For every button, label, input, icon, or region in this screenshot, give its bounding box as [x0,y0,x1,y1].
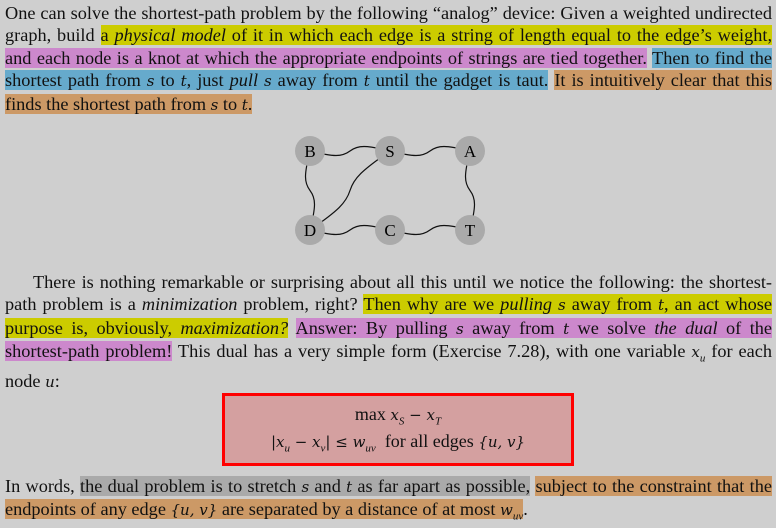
graph-node-label: S [385,142,394,161]
highlight-yellow: a physical model of it in which each edg… [100,25,773,46]
graph-node-label: C [384,221,395,240]
graph-node-D: D [295,215,325,245]
graph-diagram: B S A D C T [295,136,485,245]
highlight-gray: the dual problem is to stretch s and t a… [80,476,531,496]
objective: max xS − xT [354,404,442,428]
graph-node-C: C [375,215,405,245]
graph-edge-S-D [309,150,391,231]
constraint: |xu − xv| ≤ wuv for all edges {u, v} [270,431,526,455]
graph-node-A: A [455,136,485,166]
graph-node-label: A [464,142,477,161]
graph-node-T: T [455,215,485,245]
graph-node-label: D [304,221,316,240]
graph-node-label: B [304,142,315,161]
dual-formula-box: max xS − xT |xu − xv| ≤ wuv for all edge… [222,393,574,466]
paragraph-analog-device: One can solve the shortest-path problem … [5,2,773,116]
highlight-pink: and each node is a knot at which the app… [5,47,647,68]
graph-node-B: B [295,136,325,166]
paragraph-dual: There is nothing remarkable or surprisin… [5,272,773,392]
paragraph-in-words: In words, the dual problem is to stretch… [5,476,772,524]
graph-node-S: S [375,136,405,166]
graph-node-label: T [465,221,476,240]
